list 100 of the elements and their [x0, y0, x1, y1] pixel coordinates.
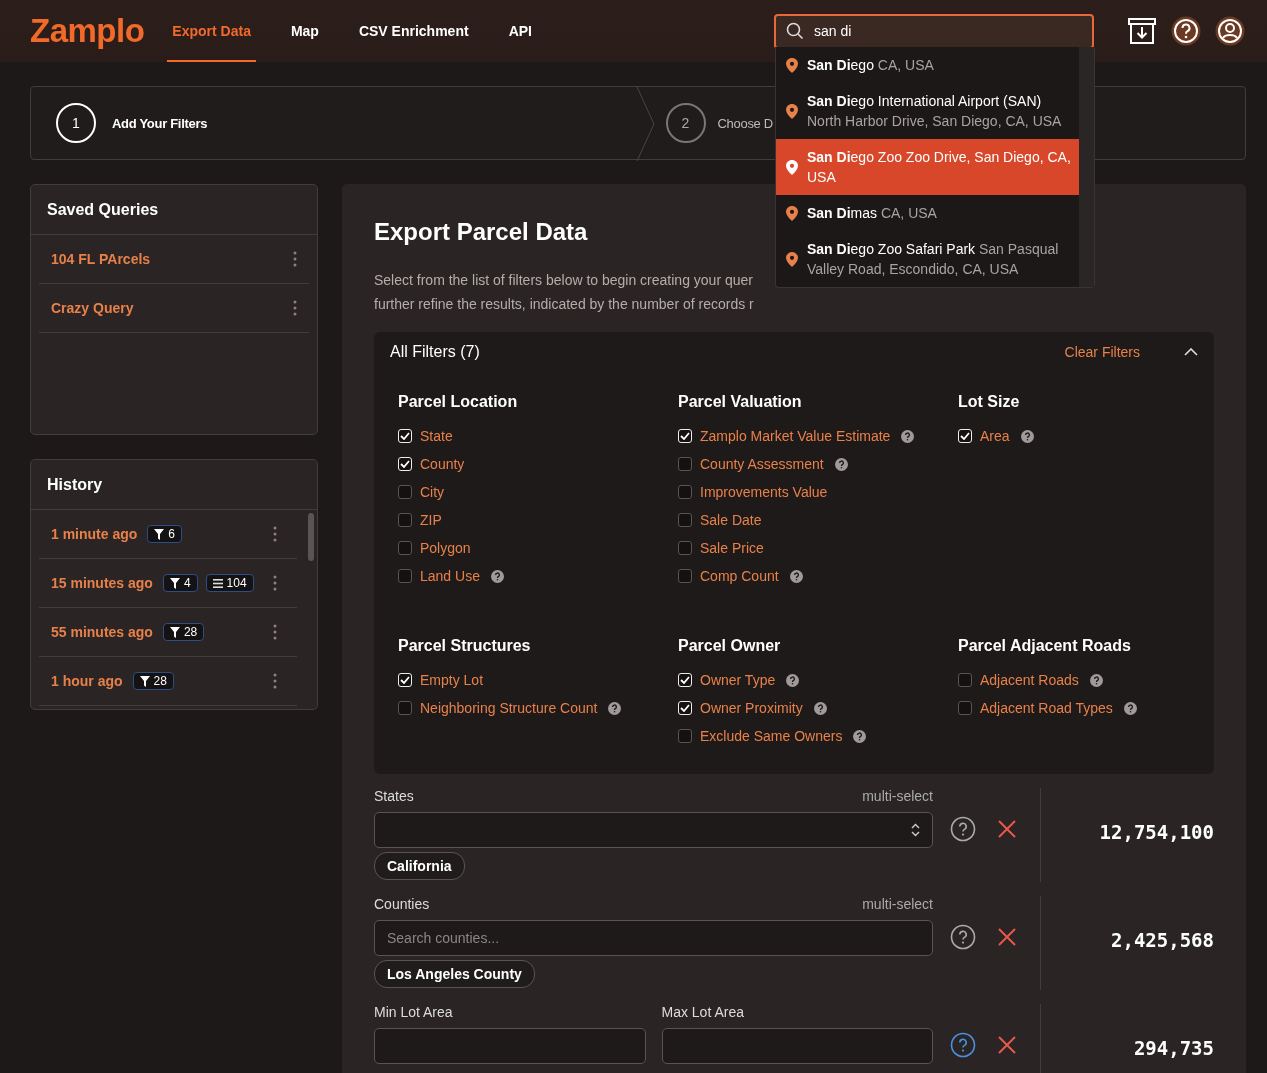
option-label[interactable]: Land Use — [420, 568, 480, 584]
suggestion-item[interactable]: San Dimas CA, USA — [776, 195, 1079, 231]
field-label: States — [374, 788, 414, 804]
help-icon[interactable] — [490, 569, 504, 583]
option-label[interactable]: Polygon — [420, 540, 471, 556]
nav-tab[interactable]: Map — [285, 0, 324, 62]
checkbox[interactable] — [678, 541, 692, 555]
checkbox[interactable] — [958, 673, 972, 687]
checkbox[interactable] — [398, 541, 412, 555]
help-icon[interactable] — [813, 701, 827, 715]
help-icon[interactable] — [1123, 701, 1137, 715]
nav-tab[interactable]: API — [503, 0, 537, 62]
number-input[interactable] — [661, 1028, 933, 1064]
search-icon — [786, 21, 804, 40]
checkbox[interactable] — [398, 485, 412, 499]
close-icon[interactable] — [998, 928, 1016, 946]
close-icon[interactable] — [998, 820, 1016, 838]
checkbox[interactable] — [398, 513, 412, 527]
option-label[interactable]: Adjacent Roads — [980, 672, 1079, 688]
history-link[interactable]: 15 minutes ago — [51, 575, 153, 591]
map-pin-icon — [786, 205, 798, 221]
saved-query-link[interactable]: 104 FL PArcels — [51, 251, 151, 267]
more-icon[interactable] — [273, 624, 277, 640]
close-icon[interactable] — [998, 1036, 1016, 1054]
map-pin-icon — [786, 251, 798, 267]
selected-chip[interactable]: Los Angeles County — [374, 960, 535, 988]
help-icon[interactable] — [1171, 16, 1201, 46]
step-label: Choose D — [717, 115, 773, 131]
option-label[interactable]: Sale Price — [700, 540, 764, 556]
option-label[interactable]: City — [420, 484, 445, 500]
checkbox[interactable] — [678, 729, 692, 743]
search-field[interactable]: san di — [774, 13, 1094, 49]
up-down-caret-icon — [911, 823, 920, 837]
user-icon[interactable] — [1215, 16, 1245, 46]
suggestion-item[interactable]: San Diego Zoo Safari Park San Pasqual Valley Road, Escondido, CA, USA — [776, 231, 1079, 287]
download-tray-icon[interactable] — [1127, 17, 1157, 45]
logo[interactable]: Zamplo — [30, 12, 145, 50]
help-icon[interactable] — [834, 457, 848, 471]
checkbox[interactable] — [678, 485, 692, 499]
option-label[interactable]: Owner Type — [700, 672, 776, 688]
help-icon[interactable] — [853, 729, 867, 743]
option-label[interactable]: ZIP — [420, 512, 442, 528]
group-title: Parcel Location — [398, 392, 519, 412]
option-label[interactable]: Improvements Value — [700, 484, 828, 500]
search-input[interactable]: Search counties... — [374, 920, 933, 956]
checkbox[interactable] — [958, 701, 972, 715]
more-icon[interactable] — [293, 300, 297, 316]
saved-query-link[interactable]: Crazy Query — [51, 300, 134, 316]
nav-tab[interactable]: Export Data — [167, 0, 256, 62]
history-link[interactable]: 1 hour ago — [51, 673, 123, 689]
history-link[interactable]: 1 minute ago — [51, 526, 138, 542]
group-title: Parcel Adjacent Roads — [958, 636, 1132, 656]
help-icon[interactable] — [786, 673, 800, 687]
checkbox[interactable] — [398, 569, 412, 583]
field-hint: multi-select — [862, 788, 933, 804]
map-pin-icon — [786, 103, 798, 119]
checkbox[interactable] — [678, 457, 692, 471]
description-text: further refine the results, indicated by the number of records r — [374, 295, 754, 314]
suggestion-item[interactable]: San Diego CA, USA — [776, 47, 1079, 83]
option-label[interactable]: Owner Proximity — [700, 700, 803, 716]
help-icon[interactable] — [901, 429, 915, 443]
option-label[interactable]: Empty Lot — [420, 672, 484, 688]
help-icon[interactable] — [950, 924, 976, 950]
select-field[interactable] — [374, 812, 933, 848]
help-icon[interactable] — [1089, 673, 1103, 687]
nav-tab[interactable]: CSV Enrichment — [353, 0, 474, 62]
field-label: Counties — [374, 896, 430, 912]
option-label[interactable]: Comp Count — [700, 568, 779, 584]
selected-chip[interactable]: California — [374, 852, 465, 880]
help-icon[interactable] — [608, 701, 622, 715]
checkbox[interactable] — [678, 513, 692, 527]
option-label[interactable]: County — [420, 456, 465, 472]
option-label[interactable]: Adjacent Road Types — [980, 700, 1113, 716]
checkbox[interactable] — [398, 701, 412, 715]
filter-count-badge: 4 — [162, 574, 198, 592]
option-label[interactable]: Zamplo Market Value Estimate — [700, 428, 891, 444]
option-label[interactable]: County Assessment — [700, 456, 824, 472]
group-title: Parcel Valuation — [678, 392, 803, 412]
option-label[interactable]: Neighboring Structure Count — [420, 700, 598, 716]
more-icon[interactable] — [273, 526, 277, 542]
history-link[interactable]: 55 minutes ago — [51, 624, 153, 640]
chevron-up-icon[interactable] — [1184, 348, 1198, 356]
help-icon[interactable] — [1020, 429, 1034, 443]
more-icon[interactable] — [293, 251, 297, 267]
suggestion-item[interactable]: San Diego Zoo Zoo Drive, San Diego, CA, USA — [776, 139, 1079, 195]
suggestion-item[interactable]: San Diego International Airport (SAN) North Harbor Drive, San Diego, CA, USA — [776, 83, 1079, 139]
group-title: Lot Size — [958, 392, 1021, 412]
clear-filters-link[interactable]: Clear Filters — [1064, 344, 1140, 360]
option-label[interactable]: Area — [980, 428, 1010, 444]
funnel-icon — [154, 528, 165, 540]
option-label[interactable]: Exclude Same Owners — [700, 728, 843, 744]
more-icon[interactable] — [273, 673, 277, 689]
option-label[interactable]: Sale Date — [700, 512, 762, 528]
option-label[interactable]: State — [420, 428, 453, 444]
number-input[interactable] — [374, 1028, 646, 1064]
more-icon[interactable] — [273, 575, 277, 591]
help-icon[interactable] — [789, 569, 803, 583]
checkbox[interactable] — [678, 569, 692, 583]
scrollbar[interactable] — [1079, 47, 1094, 287]
help-icon[interactable] — [950, 816, 976, 842]
